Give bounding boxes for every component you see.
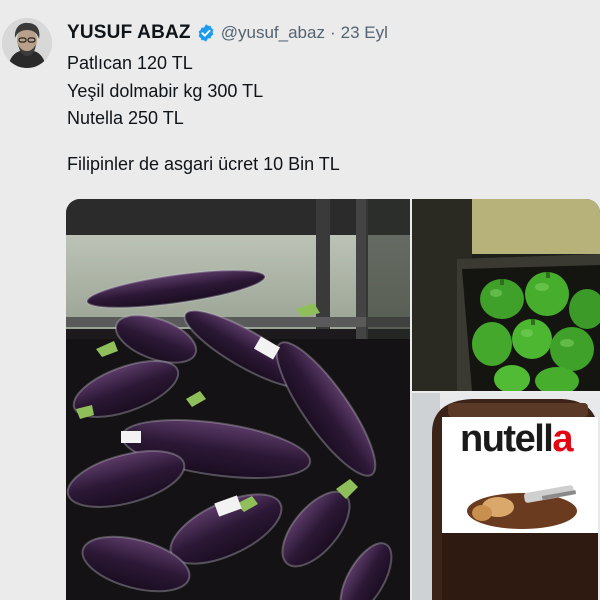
separator-dot: · (329, 23, 336, 42)
photo-green-peppers[interactable] (412, 199, 600, 391)
photo-nutella-jar[interactable]: nutella (412, 393, 600, 600)
text-line: Filipinler de asgari ücret 10 Bin TL (67, 153, 340, 174)
tweet[interactable]: YUSUF ABAZ @yusuf_abaz · 23 Eyl Patlıcan… (0, 0, 600, 600)
text-line: Patlıcan 120 TL (67, 53, 193, 73)
nutella-logo: nutella (460, 418, 573, 461)
tweet-text: Patlıcan 120 TL Yeşil dolmabir kg 300 TL… (67, 50, 340, 178)
avatar[interactable] (2, 18, 52, 68)
nutella-logo-dark: nutell (460, 418, 554, 460)
text-line: Nutella 250 TL (67, 108, 184, 128)
photo-eggplants[interactable] (66, 199, 410, 600)
nutella-logo-accent: a (552, 418, 573, 460)
author-name[interactable]: YUSUF ABAZ (67, 22, 191, 44)
tweet-header: YUSUF ABAZ @yusuf_abaz · 23 Eyl (67, 20, 388, 46)
text-line: Yeşil dolmabir kg 300 TL (67, 80, 264, 101)
author-handle[interactable]: @yusuf_abaz (221, 23, 325, 43)
verified-badge-icon (196, 23, 216, 43)
tweet-date[interactable]: 23 Eyl (341, 23, 388, 43)
